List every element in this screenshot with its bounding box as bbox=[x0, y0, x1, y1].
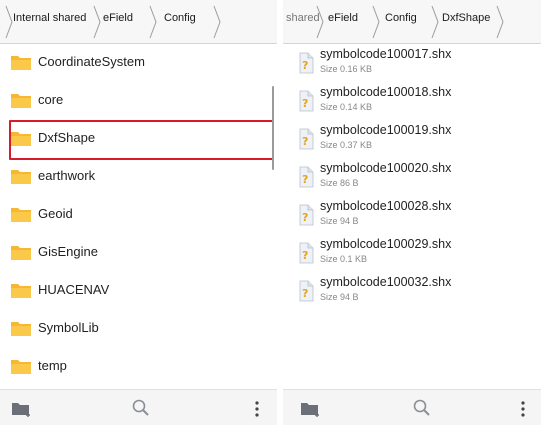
more-icon bbox=[521, 401, 525, 417]
folder-row[interactable]: HUACENAV bbox=[0, 272, 277, 310]
new-folder-icon bbox=[12, 403, 30, 417]
file-size: Size 0.16 KB bbox=[320, 64, 373, 74]
folder-row[interactable]: SymbolLib bbox=[0, 310, 277, 348]
file-name: symbolcode100020.shx bbox=[320, 161, 452, 175]
folder-icon bbox=[11, 246, 31, 260]
file-name: symbolcode100028.shx bbox=[320, 199, 452, 213]
file-name: symbolcode100017.shx bbox=[320, 47, 452, 61]
file-name: symbolcode100029.shx bbox=[320, 237, 452, 251]
unknown-file-icon: ? bbox=[299, 52, 314, 74]
search-button[interactable] bbox=[401, 390, 441, 425]
new-folder-button[interactable] bbox=[6, 390, 46, 425]
folder-row[interactable]: core bbox=[0, 82, 277, 120]
search-icon bbox=[413, 399, 430, 416]
bottom-toolbar bbox=[283, 389, 541, 425]
file-name: symbolcode100032.shx bbox=[320, 275, 452, 289]
svg-text:?: ? bbox=[302, 97, 308, 110]
file-size: Size 86 B bbox=[320, 178, 359, 188]
unknown-file-icon: ? bbox=[299, 128, 314, 150]
folder-row[interactable]: temp bbox=[0, 348, 277, 386]
folder-icon bbox=[11, 170, 31, 184]
more-menu-button[interactable] bbox=[503, 390, 541, 425]
folder-name: temp bbox=[38, 358, 67, 373]
folder-icon bbox=[11, 360, 31, 374]
new-folder-button[interactable] bbox=[295, 390, 335, 425]
unknown-file-icon: ? bbox=[299, 90, 314, 112]
svg-text:?: ? bbox=[302, 211, 308, 224]
file-row[interactable]: ? symbolcode100032.shx Size 94 B bbox=[283, 272, 541, 312]
folder-name: earthwork bbox=[38, 168, 96, 183]
file-size: Size 0.1 KB bbox=[320, 254, 368, 264]
breadcrumb-item-efield[interactable]: eField bbox=[328, 12, 358, 24]
folder-name: DxfShape bbox=[38, 130, 96, 145]
svg-text:?: ? bbox=[302, 249, 308, 262]
svg-text:?: ? bbox=[302, 135, 308, 148]
file-name: symbolcode100019.shx bbox=[320, 123, 452, 137]
unknown-file-icon: ? bbox=[299, 280, 314, 302]
file-name: symbolcode100018.shx bbox=[320, 85, 452, 99]
folder-icon bbox=[11, 94, 31, 108]
unknown-file-icon: ? bbox=[299, 204, 314, 226]
folder-name: core bbox=[38, 92, 64, 107]
breadcrumb-item-dxfshape[interactable]: DxfShape bbox=[442, 12, 490, 24]
svg-text:?: ? bbox=[302, 287, 308, 300]
new-folder-icon bbox=[301, 403, 319, 417]
folder-icon bbox=[11, 208, 31, 222]
folder-icon bbox=[11, 322, 31, 336]
svg-text:?: ? bbox=[302, 59, 308, 72]
bottom-toolbar bbox=[0, 389, 277, 425]
folder-icon bbox=[11, 132, 31, 146]
breadcrumb: Internal shared eField Config bbox=[0, 0, 277, 44]
unknown-file-icon: ? bbox=[299, 166, 314, 188]
folder-row[interactable]: DxfShape bbox=[0, 120, 277, 160]
file-row[interactable]: ? symbolcode100029.shx Size 0.1 KB bbox=[283, 234, 541, 274]
more-menu-button[interactable] bbox=[237, 390, 277, 425]
unknown-file-icon: ? bbox=[299, 242, 314, 264]
file-size: Size 94 B bbox=[320, 216, 359, 226]
file-size: Size 0.37 KB bbox=[320, 140, 373, 150]
folder-row[interactable]: Geoid bbox=[0, 196, 277, 234]
search-button[interactable] bbox=[120, 390, 160, 425]
svg-text:?: ? bbox=[302, 173, 308, 186]
folder-name: Geoid bbox=[38, 206, 73, 221]
folder-icon bbox=[11, 284, 31, 298]
folder-name: HUACENAV bbox=[38, 282, 110, 297]
folder-row[interactable]: GisEngine bbox=[0, 234, 277, 272]
folder-name: CoordinateSystem bbox=[38, 54, 145, 69]
right-file-browser: shared eField Config DxfShape ? symbolcod… bbox=[283, 0, 541, 425]
folder-row[interactable]: CoordinateSystem bbox=[0, 44, 277, 82]
search-icon bbox=[132, 399, 149, 416]
folder-row[interactable]: earthwork bbox=[0, 158, 277, 196]
file-row[interactable]: ? symbolcode100017.shx Size 0.16 KB bbox=[283, 44, 541, 84]
more-icon bbox=[255, 401, 259, 417]
breadcrumb: shared eField Config DxfShape bbox=[283, 0, 541, 44]
folder-name: GisEngine bbox=[38, 244, 98, 259]
file-row[interactable]: ? symbolcode100020.shx Size 86 B bbox=[283, 158, 541, 198]
folder-name: SymbolLib bbox=[38, 320, 99, 335]
breadcrumb-item-internal-shared[interactable]: Internal shared bbox=[13, 12, 86, 24]
scrollbar[interactable] bbox=[272, 86, 274, 170]
file-row[interactable]: ? symbolcode100019.shx Size 0.37 KB bbox=[283, 120, 541, 160]
file-size: Size 94 B bbox=[320, 292, 359, 302]
file-row[interactable]: ? symbolcode100018.shx Size 0.14 KB bbox=[283, 82, 541, 122]
breadcrumb-item-efield[interactable]: eField bbox=[103, 12, 133, 24]
file-row[interactable]: ? symbolcode100028.shx Size 94 B bbox=[283, 196, 541, 236]
breadcrumb-item-config[interactable]: Config bbox=[385, 12, 417, 24]
file-size: Size 0.14 KB bbox=[320, 102, 373, 112]
breadcrumb-item-config[interactable]: Config bbox=[164, 12, 196, 24]
breadcrumb-item-shared[interactable]: shared bbox=[286, 12, 320, 24]
left-file-browser: Internal shared eField Config Coordinate… bbox=[0, 0, 277, 425]
folder-icon bbox=[11, 56, 31, 70]
